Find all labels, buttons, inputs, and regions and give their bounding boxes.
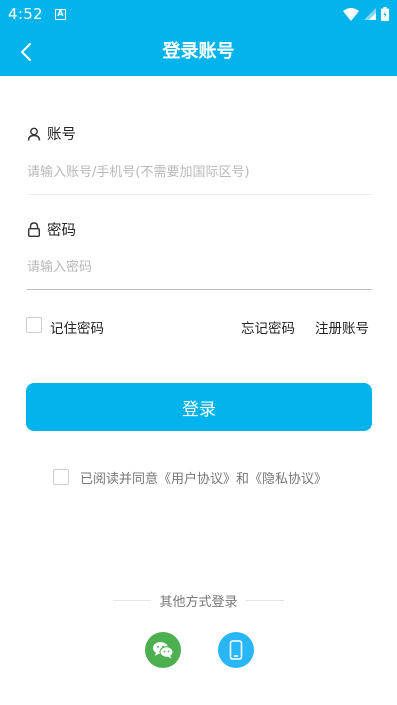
account-label: 账号 (27, 123, 76, 144)
user-icon (27, 127, 41, 141)
wechat-login-button[interactable] (145, 632, 181, 668)
wechat-icon (153, 642, 174, 659)
remember-password-checkbox[interactable] (26, 317, 42, 333)
register-account-link[interactable]: 注册账号 (315, 317, 369, 337)
signal-icon (364, 8, 376, 20)
remember-password-label[interactable]: 记住密码 (50, 317, 104, 337)
other-login-title: 其他方式登录 (159, 594, 238, 610)
account-input[interactable] (27, 158, 372, 186)
status-time: 4:52 (8, 5, 43, 23)
battery-icon (381, 7, 389, 21)
title-bar: 登录账号 (0, 28, 397, 76)
notification-icon: A (54, 8, 66, 20)
password-input[interactable] (27, 253, 372, 281)
wifi-icon (343, 7, 359, 21)
status-bar: 4:52 A (0, 0, 397, 28)
agreement-checkbox[interactable] (53, 469, 69, 485)
password-label: 密码 (27, 219, 76, 240)
agreement-text[interactable]: 已阅读并同意《用户协议》和《隐私协议》 (80, 468, 327, 487)
account-divider (27, 194, 372, 195)
forgot-password-link[interactable]: 忘记密码 (241, 317, 295, 337)
password-label-text: 密码 (47, 223, 76, 239)
divider-line-right (245, 599, 284, 601)
login-button[interactable]: 登录 (26, 383, 372, 431)
divider-line-left (113, 599, 152, 601)
phone-login-button[interactable] (218, 632, 254, 668)
password-divider (27, 289, 372, 290)
page-title: 登录账号 (162, 41, 235, 62)
other-login-divider: 其他方式登录 (0, 590, 397, 610)
account-label-text: 账号 (47, 127, 76, 143)
phone-icon (229, 640, 243, 660)
lock-icon (28, 222, 41, 237)
login-screen: 4:52 A 登录账号 账号 请输入账号/手机号(不需要加国际区号) 密码 记住… (0, 0, 397, 705)
